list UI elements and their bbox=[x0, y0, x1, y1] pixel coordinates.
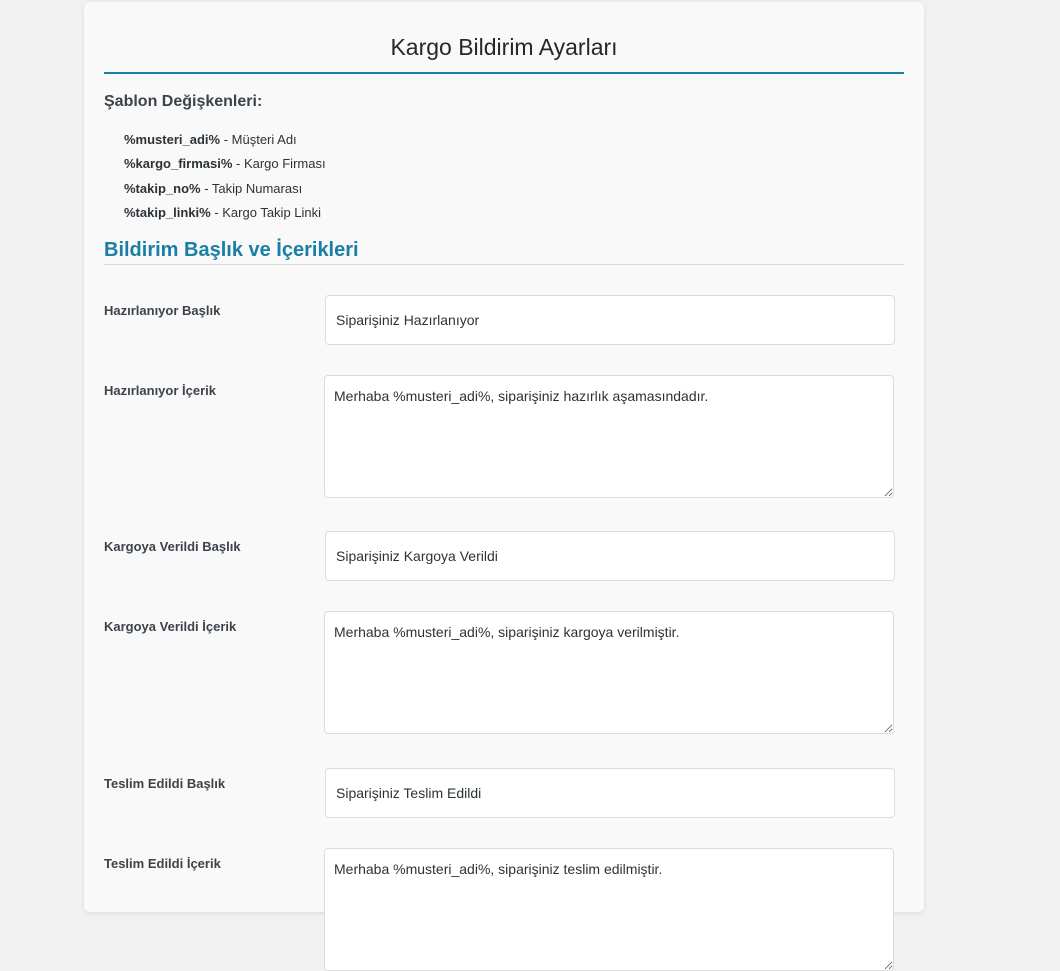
preparing-title-input[interactable] bbox=[325, 295, 895, 345]
variable-description: - Kargo Firması bbox=[232, 156, 326, 172]
settings-card: Kargo Bildirim Ayarları Şablon Değişkenl… bbox=[84, 2, 924, 971]
variable-description: - Kargo Takip Linki bbox=[210, 204, 322, 220]
delivered-content-textarea[interactable]: Merhaba %musteri_adi%, siparişiniz tesli… bbox=[324, 848, 894, 971]
variable-code: %kargo_firmasi% bbox=[124, 156, 233, 172]
shipped-title-label: Kargoya Verildi Başlık bbox=[104, 539, 241, 554]
list-item: %kargo_firmasi% - Kargo Firması bbox=[124, 154, 326, 178]
delivered-title-input[interactable] bbox=[325, 768, 895, 818]
list-item: %takip_linki% - Kargo Takip Linki bbox=[124, 203, 326, 227]
preparing-content-textarea[interactable]: Merhaba %musteri_adi%, siparişiniz hazır… bbox=[324, 375, 894, 498]
title-divider bbox=[104, 72, 904, 74]
list-item: %takip_no% - Takip Numarası bbox=[124, 179, 326, 203]
section-heading: Bildirim Başlık ve İçerikleri bbox=[104, 239, 359, 261]
delivered-title-label: Teslim Edildi Başlık bbox=[104, 776, 226, 791]
template-variables-heading: Şablon Değişkenleri: bbox=[104, 93, 263, 110]
preparing-title-label: Hazırlanıyor Başlık bbox=[104, 303, 221, 318]
variable-code: %takip_no% bbox=[124, 180, 201, 196]
template-variables-list: %musteri_adi% - Müşteri Adı %kargo_firma… bbox=[124, 130, 326, 227]
variable-description: - Müşteri Adı bbox=[220, 132, 297, 147]
page-title: Kargo Bildirim Ayarları bbox=[390, 34, 618, 60]
section-divider bbox=[104, 264, 904, 265]
variable-description: - Takip Numarası bbox=[200, 180, 303, 196]
list-item: %musteri_adi% - Müşteri Adı bbox=[124, 130, 326, 154]
shipped-content-label: Kargoya Verildi İçerik bbox=[104, 619, 237, 634]
shipped-title-input[interactable] bbox=[325, 531, 895, 581]
variable-code: %takip_linki% bbox=[124, 204, 211, 220]
variable-code: %musteri_adi% bbox=[124, 132, 221, 147]
shipped-content-textarea[interactable]: Merhaba %musteri_adi%, siparişiniz kargo… bbox=[324, 611, 894, 734]
preparing-content-label: Hazırlanıyor İçerik bbox=[104, 383, 216, 398]
delivered-content-label: Teslim Edildi İçerik bbox=[104, 856, 221, 871]
